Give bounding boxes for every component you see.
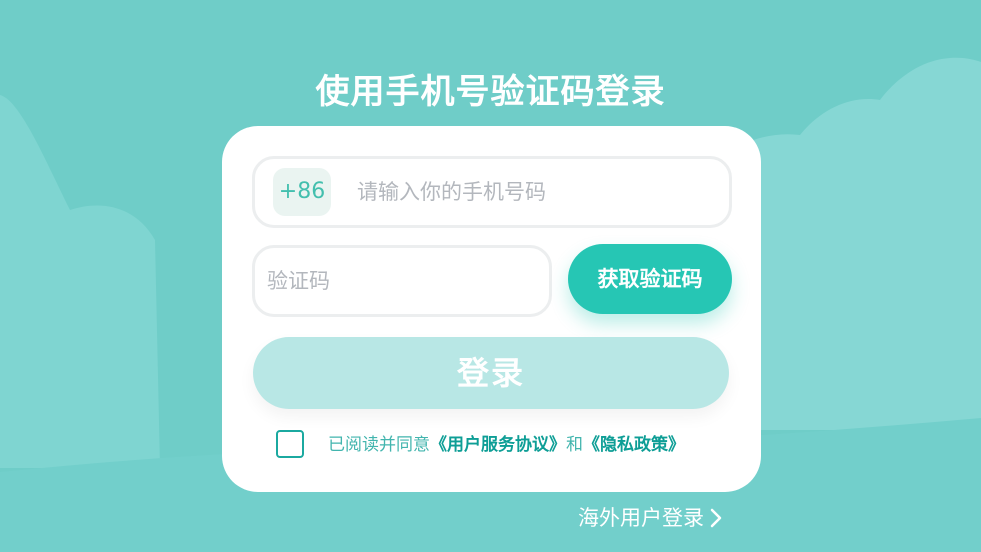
overseas-login-link[interactable]: 海外用户登录 <box>578 504 722 532</box>
code-placeholder: 验证码 <box>267 269 330 293</box>
phone-placeholder: 请输入你的手机号码 <box>357 180 546 204</box>
login-button[interactable]: 登录 <box>253 337 729 409</box>
phone-input[interactable]: +86 请输入你的手机号码 <box>252 156 732 228</box>
login-card: +86 请输入你的手机号码 验证码 获取验证码 登录 已阅读并同意《用户服务协议… <box>222 126 761 492</box>
get-code-button[interactable]: 获取验证码 <box>568 244 732 314</box>
chevron-right-icon <box>710 504 722 532</box>
terms-link[interactable]: 《用户服务协议》 <box>430 435 566 455</box>
privacy-link[interactable]: 《隐私政策》 <box>583 435 685 455</box>
agreement-checkbox[interactable] <box>276 430 304 458</box>
country-code-selector[interactable]: +86 <box>273 168 331 216</box>
agreement-prefix: 已阅读并同意 <box>328 435 430 455</box>
agreement-text: 已阅读并同意《用户服务协议》和《隐私政策》 <box>328 432 685 458</box>
verification-code-input[interactable]: 验证码 <box>252 245 552 317</box>
page-title: 使用手机号验证码登录 <box>315 72 666 112</box>
agreement-and: 和 <box>566 435 583 455</box>
overseas-login-label: 海外用户登录 <box>578 506 704 530</box>
